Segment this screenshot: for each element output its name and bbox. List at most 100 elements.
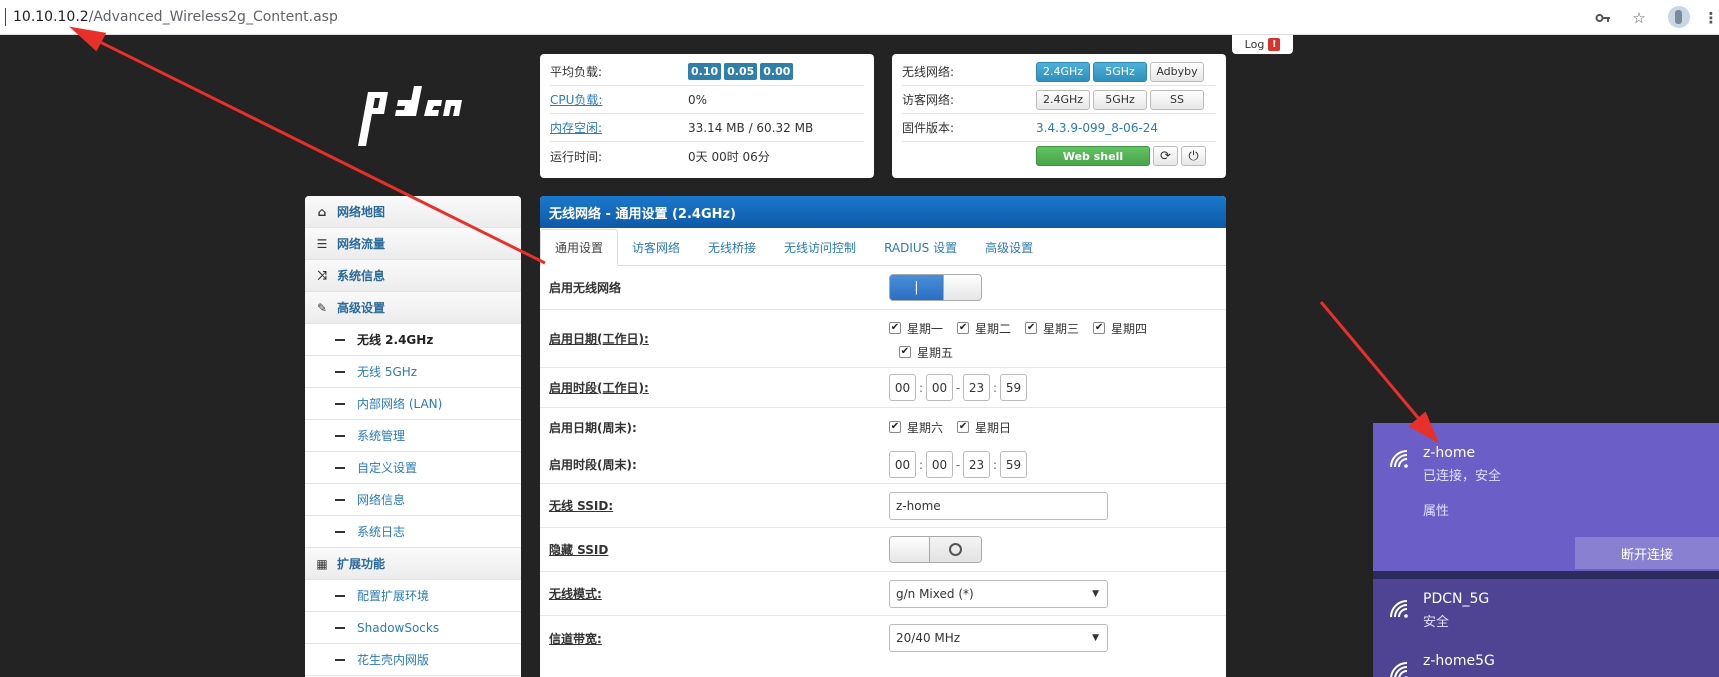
key-icon[interactable] — [1592, 7, 1614, 29]
weekday-start-minute[interactable]: 00 — [926, 374, 953, 401]
adbyby-button[interactable]: Adbyby — [1150, 61, 1204, 82]
wifi-network-item[interactable]: PDCN_5G 安全 — [1373, 579, 1719, 643]
wifi-properties-link[interactable]: 属性 — [1423, 500, 1449, 519]
log-button[interactable]: Log ! — [1232, 35, 1293, 54]
toggle-on-icon: | — [890, 275, 943, 300]
weekend-start-minute[interactable]: 00 — [926, 451, 953, 478]
checkbox-label: 星期一 — [907, 321, 944, 336]
sidebar-item-network-map[interactable]: ⌂ 网络地图 — [305, 196, 521, 228]
checkbox-checked-icon: ✔ — [1025, 322, 1038, 334]
checkbox-label: 星期六 — [907, 420, 944, 435]
hide-ssid-toggle[interactable] — [889, 536, 982, 563]
browser-address-bar: 10.10.10.2/Advanced_Wireless2g_Content.a… — [0, 0, 1719, 35]
arrow-to-wifi — [1319, 301, 1427, 427]
checkbox-checked-icon: ✔ — [889, 322, 901, 334]
weekend-start-hour[interactable]: 00 — [889, 451, 916, 478]
refresh-icon[interactable]: ⟳ — [1153, 146, 1178, 166]
sidebar-item-extensions[interactable]: ▦ 扩展功能 — [305, 548, 521, 580]
tab-advanced[interactable]: 高级设置 — [971, 229, 1047, 265]
dash-icon — [335, 626, 345, 629]
weekend-time-label: 启用时段(周末): — [549, 458, 637, 472]
power-icon[interactable]: ⏻ — [1181, 146, 1206, 166]
wifi-status: 安全 — [1423, 615, 1450, 630]
uptime-value: 0天 00时 06分 — [688, 149, 770, 164]
enable-wireless-toggle[interactable]: | — [889, 274, 982, 301]
panel-title: 无线网络 - 通用设置 (2.4GHz) — [540, 196, 1226, 228]
tab-general[interactable]: 通用设置 — [540, 229, 619, 266]
weekday-end-minute[interactable]: 59 — [1000, 374, 1027, 401]
url-host: 10.10.10.2 — [13, 9, 89, 25]
sidebar-item-advanced[interactable]: ✎ 高级设置 — [305, 292, 521, 324]
checkbox-friday[interactable]: ✔ 星期五 — [899, 340, 953, 364]
firmware-version: 3.4.3.9-099_8-06-24 — [1036, 120, 1159, 135]
checkbox-tuesday[interactable]: ✔ 星期二 — [957, 316, 1011, 340]
dash-icon — [335, 338, 345, 341]
weekday-start-hour[interactable]: 00 — [889, 374, 916, 401]
grid-icon: ▦ — [316, 556, 328, 571]
url-field[interactable]: 10.10.10.2/Advanced_Wireless2g_Content.a… — [13, 9, 338, 25]
sidebar-item-label: 系统管理 — [357, 429, 406, 443]
toggle-off-part — [930, 537, 981, 562]
checkbox-wednesday[interactable]: ✔ 星期三 — [1025, 316, 1079, 340]
ss-button[interactable]: SS — [1150, 89, 1204, 110]
select-value: g/n Mixed (*) — [896, 586, 974, 601]
wireless-mode-label: 无线模式: — [549, 587, 602, 601]
pdcn-logo — [358, 86, 472, 151]
ssid-input[interactable]: z-home — [889, 491, 1108, 520]
checkbox-monday[interactable]: ✔ 星期一 — [889, 316, 943, 340]
sidebar-item-syslog[interactable]: 系统日志 — [305, 516, 521, 548]
sidebar-item-net-info[interactable]: 网络信息 — [305, 484, 521, 516]
weekend-end-hour[interactable]: 23 — [963, 451, 990, 478]
guest-5g-button[interactable]: 5GHz — [1093, 89, 1147, 110]
wifi-flyout: z-home 已连接，安全 属性 断开连接 PDCN_5G 安全 z-home5… — [1373, 423, 1719, 677]
text-caret — [5, 8, 6, 26]
wifi-network-selected[interactable]: z-home 已连接，安全 属性 断开连接 — [1373, 423, 1719, 571]
checkbox-saturday[interactable]: ✔ 星期六 — [889, 415, 943, 439]
sidebar-item-oray[interactable]: 花生壳内网版 — [305, 644, 521, 676]
sidebar-item-system-info[interactable]: ⤨ 系统信息 — [305, 260, 521, 292]
sidebar-item-wireless-5g[interactable]: 无线 5GHz — [305, 356, 521, 388]
sidebar-item-shadowsocks[interactable]: ShadowSocks — [305, 612, 521, 644]
sidebar-item-label: 无线 2.4GHz — [357, 333, 434, 347]
toggle-knob — [890, 537, 930, 562]
wifi-network-item[interactable]: z-home5G — [1373, 641, 1719, 677]
weekday-time-label: 启用时段(工作日): — [549, 381, 649, 395]
cpu-load-value: 0% — [688, 92, 708, 107]
tab-radius[interactable]: RADIUS 设置 — [870, 229, 971, 265]
sidebar-item-lan[interactable]: 内部网络 (LAN) — [305, 388, 521, 420]
guest-2g-button[interactable]: 2.4GHz — [1036, 89, 1090, 110]
wireless-mode-select[interactable]: g/n Mixed (*) ▼ — [889, 579, 1108, 608]
sidebar-item-admin[interactable]: 系统管理 — [305, 420, 521, 452]
checkbox-label: 星期五 — [917, 345, 954, 360]
sidebar-item-traffic[interactable]: ☰ 网络流量 — [305, 228, 521, 260]
disconnect-button[interactable]: 断开连接 — [1575, 537, 1719, 569]
wireless-2g-button[interactable]: 2.4GHz — [1036, 61, 1090, 82]
tab-bridge[interactable]: 无线桥接 — [694, 229, 770, 265]
weekday-end-hour[interactable]: 23 — [963, 374, 990, 401]
checkbox-thursday[interactable]: ✔ 星期四 — [1093, 316, 1147, 340]
sidebar-item-ext-env[interactable]: 配置扩展环境 — [305, 580, 521, 612]
weekend-end-minute[interactable]: 59 — [1000, 451, 1027, 478]
star-icon[interactable]: ☆ — [1628, 7, 1650, 29]
dash-icon — [335, 594, 345, 597]
cpu-load-link[interactable]: CPU负载: — [550, 91, 688, 108]
logo-mark — [358, 86, 462, 146]
sidebar-item-wireless-2g[interactable]: 无线 2.4GHz — [305, 324, 521, 356]
tab-access-control[interactable]: 无线访问控制 — [770, 229, 870, 265]
wireless-settings-panel: 无线网络 - 通用设置 (2.4GHz) 通用设置 访客网络 无线桥接 无线访问… — [540, 196, 1226, 677]
web-shell-button[interactable]: Web shell — [1036, 146, 1150, 166]
menu-dots-icon[interactable]: ⋮ — [1700, 7, 1719, 29]
dash-icon — [335, 370, 345, 373]
sidebar-item-custom[interactable]: 自定义设置 — [305, 452, 521, 484]
dash-icon — [335, 658, 345, 661]
bandwidth-select[interactable]: 20/40 MHz ▼ — [889, 624, 1108, 652]
wireless-5g-button[interactable]: 5GHz — [1093, 61, 1147, 82]
load-label: 平均负载: — [550, 65, 603, 79]
free-memory-link[interactable]: 内存空闲: — [550, 119, 688, 136]
sidebar-item-label: 花生壳内网版 — [357, 653, 430, 667]
profile-avatar[interactable] — [1668, 6, 1690, 28]
tab-guest[interactable]: 访客网络 — [618, 229, 694, 265]
sidebar-item-label: 网络流量 — [337, 237, 386, 251]
chevron-down-icon: ▼ — [1092, 588, 1099, 599]
checkbox-sunday[interactable]: ✔ 星期日 — [957, 415, 1011, 439]
